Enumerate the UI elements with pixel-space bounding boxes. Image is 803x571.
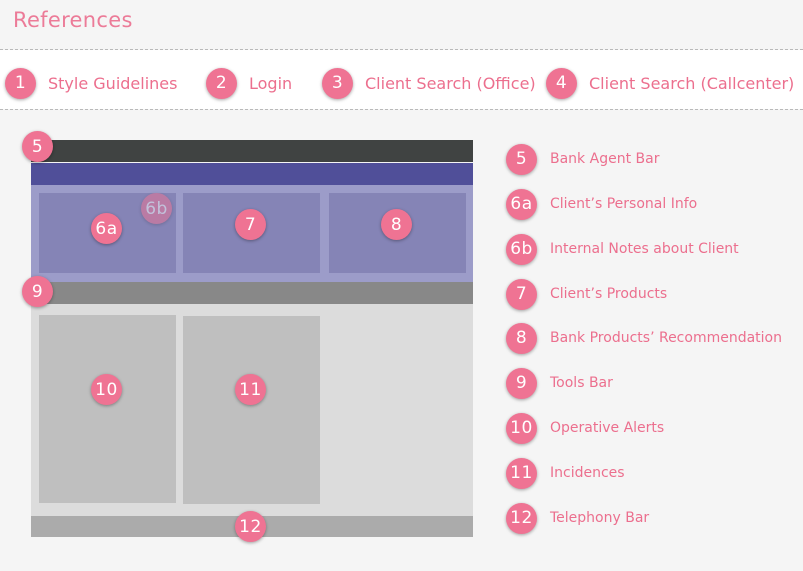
nav-link-client-search-office[interactable]: 3 Client Search (Office) bbox=[322, 64, 536, 102]
page-title: References bbox=[13, 8, 133, 32]
legend-label: Bank Agent Bar bbox=[550, 151, 660, 167]
bank-agent-bar bbox=[31, 140, 473, 162]
legend-item: 8 Bank Products’ Recommendation bbox=[506, 322, 782, 354]
badge-internal-notes: 6b bbox=[141, 193, 172, 224]
number-badge: 4 bbox=[546, 67, 577, 99]
legend-item: 7 Client’s Products bbox=[506, 278, 667, 310]
badge-client-personal-info: 6a bbox=[91, 213, 122, 244]
badge-operative-alerts: 10 bbox=[91, 374, 122, 405]
badge-incidences: 11 bbox=[235, 374, 266, 405]
legend-label: Bank Products’ Recommendation bbox=[550, 330, 782, 346]
nav-bottom-divider bbox=[0, 109, 803, 110]
nav-link-login[interactable]: 2 Login bbox=[206, 64, 292, 102]
legend-item: 6a Client’s Personal Info bbox=[506, 188, 697, 220]
nav-link-label: Login bbox=[249, 73, 293, 93]
legend-item: 9 Tools Bar bbox=[506, 367, 613, 399]
number-badge: 5 bbox=[506, 143, 537, 175]
nav-link-label: Style Guidelines bbox=[48, 73, 178, 93]
number-badge: 3 bbox=[322, 67, 353, 99]
legend-label: Tools Bar bbox=[550, 375, 613, 391]
client-header-bar bbox=[31, 163, 473, 185]
nav-link-label: Client Search (Office) bbox=[365, 73, 536, 93]
number-badge: 2 bbox=[206, 67, 237, 99]
badge-telephony-bar: 12 bbox=[235, 511, 266, 542]
legend-label: Client’s Products bbox=[550, 286, 668, 302]
number-badge: 6a bbox=[506, 188, 537, 220]
badge-client-products: 7 bbox=[235, 209, 266, 240]
number-badge: 9 bbox=[506, 367, 537, 399]
legend-item: 11 Incidences bbox=[506, 457, 625, 489]
nav-link-style-guidelines[interactable]: 1 Style Guidelines bbox=[5, 64, 177, 102]
legend-label: Telephony Bar bbox=[550, 510, 650, 526]
badge-recommendation: 8 bbox=[381, 209, 412, 240]
nav-link-client-search-callcenter[interactable]: 4 Client Search (Callcenter) bbox=[546, 64, 794, 102]
legend-label: Operative Alerts bbox=[550, 420, 665, 436]
tools-bar bbox=[31, 282, 473, 304]
badge-bank-agent-bar: 5 bbox=[22, 131, 53, 162]
number-badge: 8 bbox=[506, 322, 537, 354]
incidences-panel bbox=[183, 316, 320, 504]
number-badge: 11 bbox=[506, 457, 537, 489]
legend-item: 6b Internal Notes about Client bbox=[506, 233, 739, 265]
number-badge: 1 bbox=[5, 67, 36, 99]
number-badge: 7 bbox=[506, 278, 537, 310]
number-badge: 12 bbox=[506, 502, 537, 534]
legend-label: Client’s Personal Info bbox=[550, 196, 698, 212]
operative-alerts-panel bbox=[39, 315, 176, 503]
legend-label: Internal Notes about Client bbox=[550, 241, 739, 257]
legend-item: 12 Telephony Bar bbox=[506, 502, 649, 534]
legend-item: 5 Bank Agent Bar bbox=[506, 143, 659, 175]
badge-tools-bar: 9 bbox=[22, 276, 53, 307]
nav-link-label: Client Search (Callcenter) bbox=[589, 73, 795, 93]
layout-wireframe bbox=[31, 140, 473, 537]
number-badge: 6b bbox=[506, 233, 537, 265]
number-badge: 10 bbox=[506, 412, 537, 444]
legend-label: Incidences bbox=[550, 465, 625, 481]
legend-item: 10 Operative Alerts bbox=[506, 412, 664, 444]
